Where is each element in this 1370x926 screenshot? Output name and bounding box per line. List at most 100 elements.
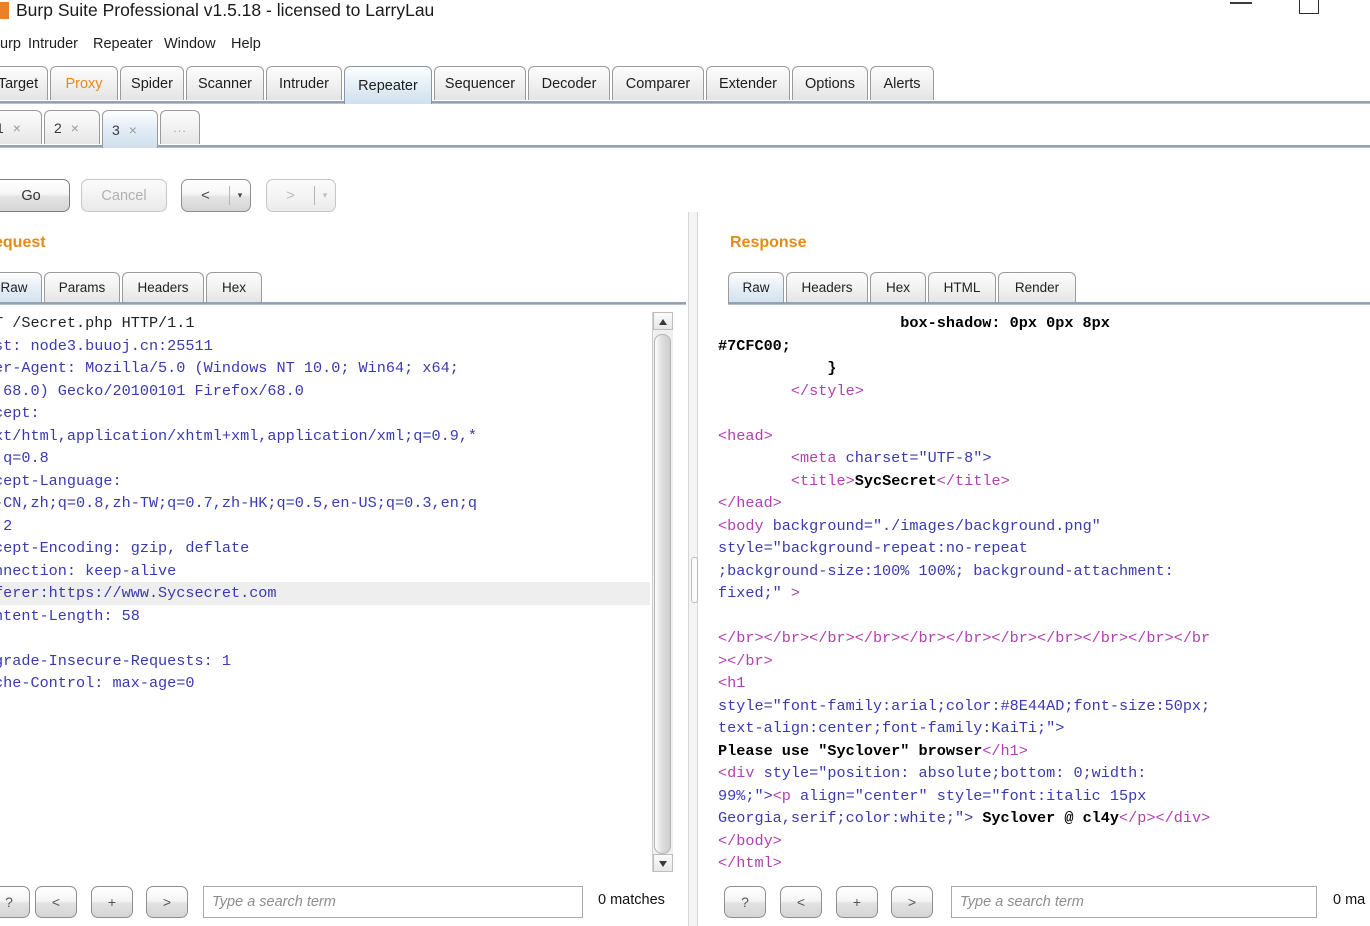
response-tab-html[interactable]: HTML — [928, 272, 996, 302]
code-segment: align="center" style="font:italic 15px — [800, 787, 1146, 805]
request-search-add-button[interactable]: + — [91, 886, 133, 918]
request-tabs-baseline — [0, 302, 686, 305]
request-search-input[interactable]: Type a search term — [203, 886, 583, 918]
repeater-tab-more[interactable]: ... — [160, 110, 200, 144]
code-line: box-shadow: 0px 0px 8px — [718, 312, 1370, 335]
request-tab-headers[interactable]: Headers — [122, 272, 204, 302]
code-segment: </h1> — [982, 742, 1028, 760]
request-tab-raw[interactable]: Raw — [0, 272, 42, 302]
go-button[interactable]: Go — [0, 179, 70, 212]
request-editor[interactable]: T /Secret.php HTTP/1.1st: node3.buuoj.cn… — [0, 312, 650, 872]
tab-strip-baseline — [0, 101, 1370, 104]
menu-item-repeater[interactable]: Repeater — [87, 34, 159, 54]
request-search-next-button[interactable]: > — [146, 886, 188, 918]
tab-alerts[interactable]: Alerts — [870, 66, 934, 100]
back-button[interactable]: < ▾ — [181, 179, 251, 212]
response-tabs-baseline — [728, 302, 1370, 305]
chevron-down-icon[interactable]: ▾ — [230, 190, 250, 201]
burp-suite-window: Burp Suite Professional v1.5.18 - licens… — [0, 0, 1370, 926]
tab-sequencer[interactable]: Sequencer — [434, 66, 526, 100]
code-line — [718, 605, 1370, 628]
code-segment: </style> — [791, 382, 864, 400]
code-segment: <body — [718, 517, 773, 535]
tab-comparer[interactable]: Comparer — [612, 66, 704, 100]
code-segment: Please use "Syclover" browser — [718, 742, 982, 760]
response-tab-headers[interactable]: Headers — [786, 272, 868, 302]
request-tab-params[interactable]: Params — [44, 272, 120, 302]
code-segment: #7CFC00; — [718, 337, 791, 355]
request-search-help-button[interactable]: ? — [0, 886, 30, 918]
menu-item-help[interactable]: Help — [225, 34, 267, 54]
request-tab-hex[interactable]: Hex — [206, 272, 262, 302]
menu-item-window[interactable]: Window — [158, 34, 222, 54]
code-segment: -CN,zh;q=0.8,zh-TW;q=0.7,zh-HK;q=0.5,en-… — [0, 494, 477, 512]
response-search-add-button[interactable]: + — [836, 886, 878, 918]
cancel-button[interactable]: Cancel — [81, 179, 167, 212]
tab-target[interactable]: Target — [0, 66, 48, 100]
code-segment: </body> — [718, 832, 782, 850]
tab-options[interactable]: Options — [792, 66, 868, 100]
maximize-button[interactable] — [1285, 0, 1331, 24]
response-tab-raw[interactable]: Raw — [728, 272, 784, 302]
repeater-tab-strip: 1 × 2 × 3 × ... — [0, 108, 1370, 152]
repeater-tab-1[interactable]: 1 × — [0, 110, 42, 144]
splitter-grip[interactable] — [691, 557, 698, 603]
menu-bar: urp Intruder Repeater Window Help — [0, 30, 1370, 57]
code-line: </br></br></br></br></br></br></br></br>… — [718, 627, 1370, 650]
code-line: <div style="position: absolute;bottom: 0… — [718, 762, 1370, 785]
code-line: Please use "Syclover" browser</h1> — [718, 740, 1370, 763]
code-segment: <meta — [791, 449, 846, 467]
scroll-up-icon[interactable] — [653, 312, 673, 330]
minimize-button[interactable] — [1219, 0, 1265, 24]
code-segment: box-shadow: 0px 0px 8px — [718, 314, 1110, 332]
request-scrollbar[interactable] — [652, 312, 673, 872]
code-line: <h1 — [718, 672, 1370, 695]
repeater-tab-3[interactable]: 3 × — [102, 110, 158, 148]
code-line: T /Secret.php HTTP/1.1 — [0, 312, 650, 335]
response-search-input[interactable]: Type a search term — [951, 886, 1317, 918]
forward-button[interactable]: > ▾ — [266, 179, 336, 212]
tab-decoder[interactable]: Decoder — [528, 66, 610, 100]
close-icon[interactable]: × — [71, 120, 79, 136]
response-search-help-button[interactable]: ? — [724, 886, 766, 918]
response-tab-render[interactable]: Render — [998, 272, 1076, 302]
tab-extender[interactable]: Extender — [706, 66, 790, 100]
repeater-toolbar: Go Cancel < ▾ > ▾ Target: http://node3.b… — [0, 160, 1370, 218]
code-segment: er-Agent: Mozilla/5.0 (Windows NT 10.0; … — [0, 359, 459, 377]
close-icon[interactable]: × — [129, 122, 137, 138]
code-segment: } — [718, 359, 836, 377]
tab-proxy[interactable]: Proxy — [50, 66, 118, 100]
code-line: ntent-Length: 58 — [0, 605, 650, 628]
tab-scanner[interactable]: Scanner — [186, 66, 264, 100]
request-search-bar: ? < + > Type a search term 0 matches — [0, 886, 690, 926]
scroll-down-icon[interactable] — [653, 854, 673, 872]
scroll-thumb[interactable] — [654, 334, 671, 854]
response-tab-hex[interactable]: Hex — [870, 272, 926, 302]
tab-spider[interactable]: Spider — [120, 66, 184, 100]
repeater-tab-2[interactable]: 2 × — [44, 110, 100, 144]
response-search-next-button[interactable]: > — [891, 886, 933, 918]
response-editor[interactable]: box-shadow: 0px 0px 8px #7CFC00; } </styl… — [718, 312, 1370, 872]
menu-item-intruder[interactable]: Intruder — [22, 34, 84, 54]
title-bar: Burp Suite Professional v1.5.18 - licens… — [0, 0, 1370, 28]
code-line: st: node3.buuoj.cn:25511 — [0, 335, 650, 358]
code-line: style="font-family:arial;color:#8E44AD;f… — [718, 695, 1370, 718]
code-segment: text-align:center;font-family:KaiTi;"> — [718, 719, 1064, 737]
code-segment: <head> — [718, 427, 773, 445]
code-segment: </html> — [718, 854, 782, 872]
tab-intruder[interactable]: Intruder — [266, 66, 342, 100]
code-segment: 99%;"> — [718, 787, 773, 805]
code-segment: grade-Insecure-Requests: 1 — [0, 652, 231, 670]
code-line: cept-Encoding: gzip, deflate — [0, 537, 650, 560]
close-icon[interactable]: × — [13, 120, 21, 136]
response-search-bar: ? < + > Type a search term 0 ma — [718, 886, 1370, 926]
request-search-prev-button[interactable]: < — [35, 886, 77, 918]
code-line: text-align:center;font-family:KaiTi;"> — [718, 717, 1370, 740]
code-line — [718, 402, 1370, 425]
response-search-prev-button[interactable]: < — [780, 886, 822, 918]
code-line: <title>SycSecret</title> — [718, 470, 1370, 493]
panel-splitter[interactable] — [688, 212, 698, 926]
chevron-down-icon[interactable]: ▾ — [315, 190, 335, 201]
code-line: <head> — [718, 425, 1370, 448]
tab-repeater[interactable]: Repeater — [344, 66, 432, 104]
